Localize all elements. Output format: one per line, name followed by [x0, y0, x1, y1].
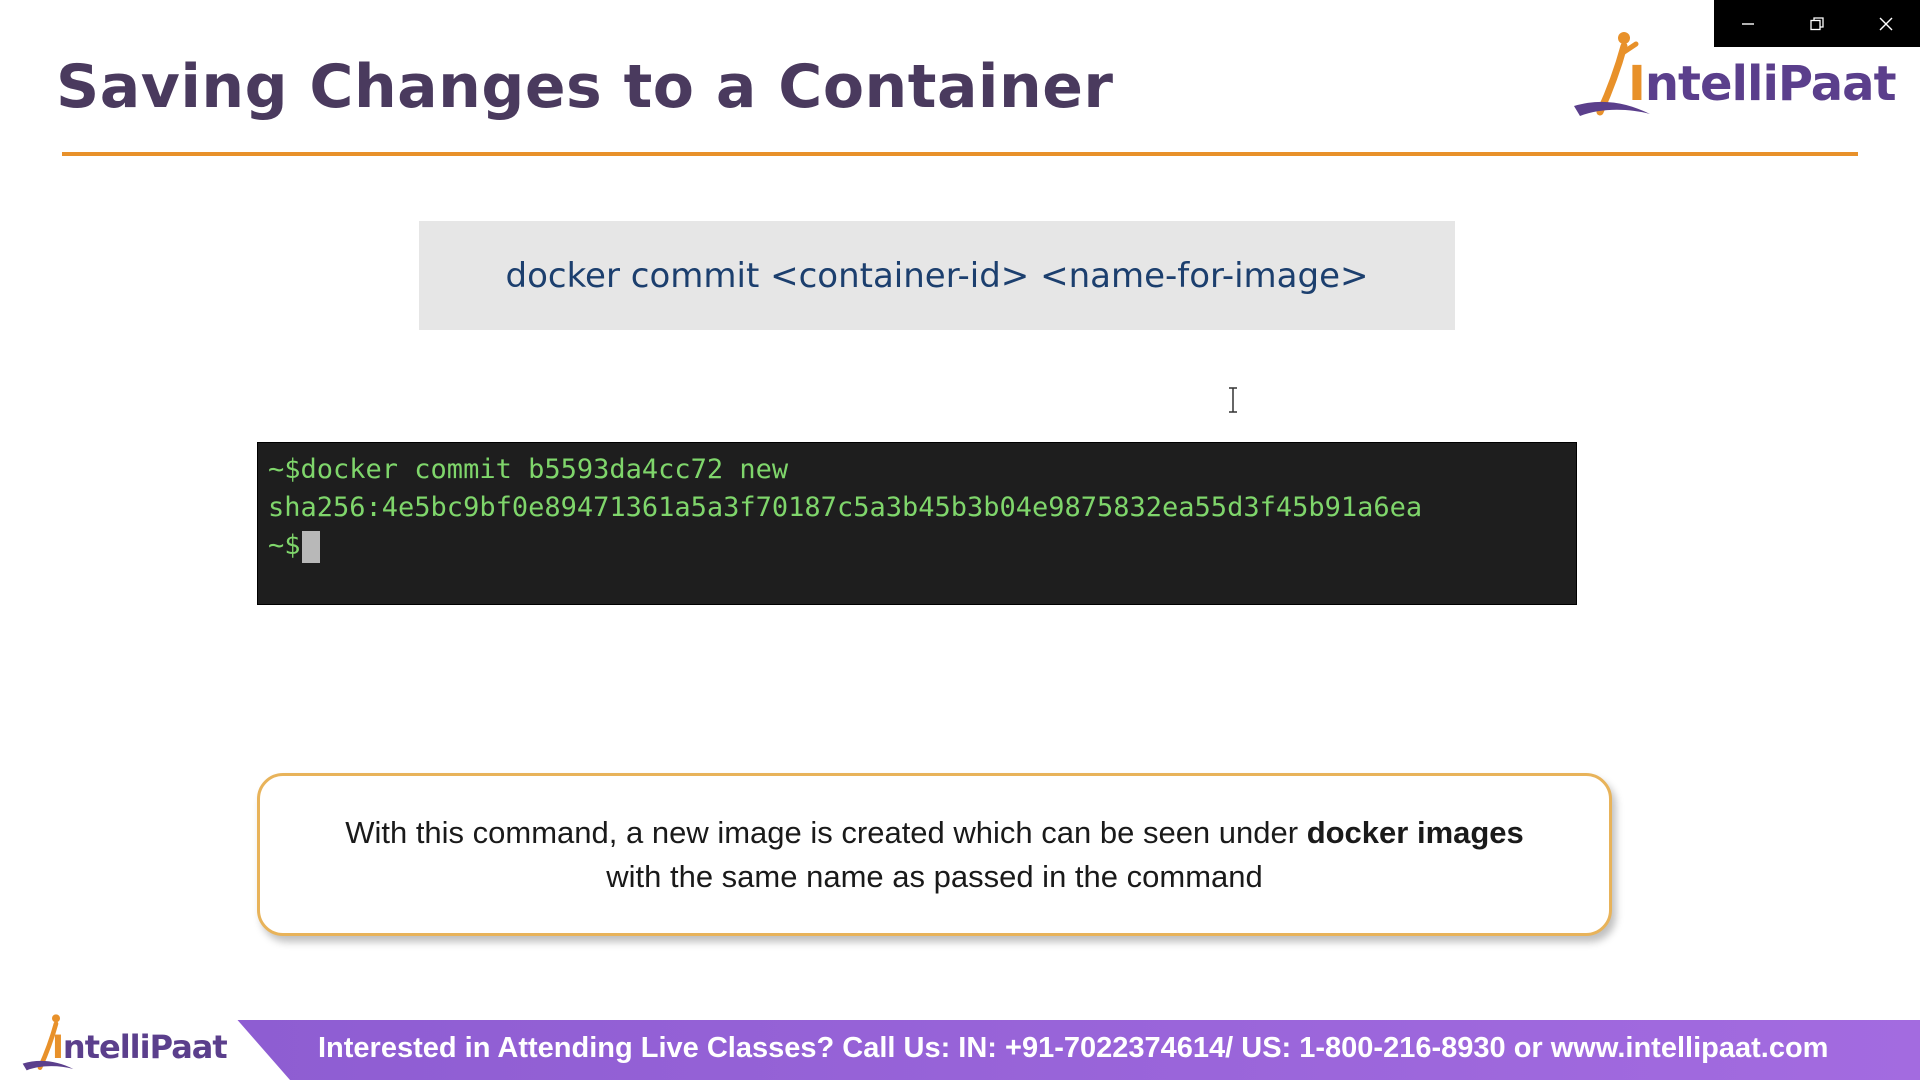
- note-box: With this command, a new image is create…: [257, 773, 1612, 936]
- logo-first-letter: I: [1628, 56, 1646, 112]
- logo-rest: ntelliPaat: [1644, 56, 1897, 112]
- terminal-window: ~$docker commit b5593da4cc72 new sha256:…: [257, 442, 1577, 605]
- command-syntax: docker commit <container-id> <name-for-i…: [505, 255, 1369, 296]
- note-line-1-text: With this command, a new image is create…: [345, 814, 1307, 850]
- terminal-line: ~$docker commit b5593da4cc72 new: [268, 454, 789, 485]
- banner-logo-first-letter: I: [52, 1028, 64, 1066]
- banner-contact-text: Interested in Attending Live Classes? Ca…: [318, 1032, 1829, 1064]
- terminal-cursor: [301, 530, 320, 563]
- terminal-prompt-line: ~$: [268, 527, 1576, 565]
- command-box: docker commit <container-id> <name-for-i…: [419, 221, 1455, 330]
- note-line-2: with the same name as passed in the comm…: [606, 858, 1263, 894]
- terminal-line: sha256:4e5bc9bf0e89471361a5a3f70187c5a3b…: [268, 492, 1423, 523]
- title-divider: [62, 152, 1858, 156]
- banner-logo-rest: ntelliPaat: [62, 1028, 228, 1066]
- logo-wordmark: IntelliPaat: [1628, 56, 1897, 112]
- close-icon: [1879, 17, 1893, 30]
- note-highlight: docker images: [1306, 814, 1524, 850]
- slide-title: Saving Changes to a Container: [56, 52, 1114, 122]
- slide-canvas: Saving Changes to a Container IntelliPaa…: [0, 0, 1920, 1080]
- text-cursor-icon: [1229, 387, 1237, 413]
- terminal-prompt: ~$: [268, 530, 301, 561]
- banner-logo-wordmark: IntelliPaat: [52, 1028, 228, 1066]
- close-button[interactable]: [1858, 0, 1914, 47]
- intellipaat-logo: IntelliPaat: [1570, 28, 1897, 128]
- note-line-1: With this command, a new image is create…: [345, 811, 1524, 855]
